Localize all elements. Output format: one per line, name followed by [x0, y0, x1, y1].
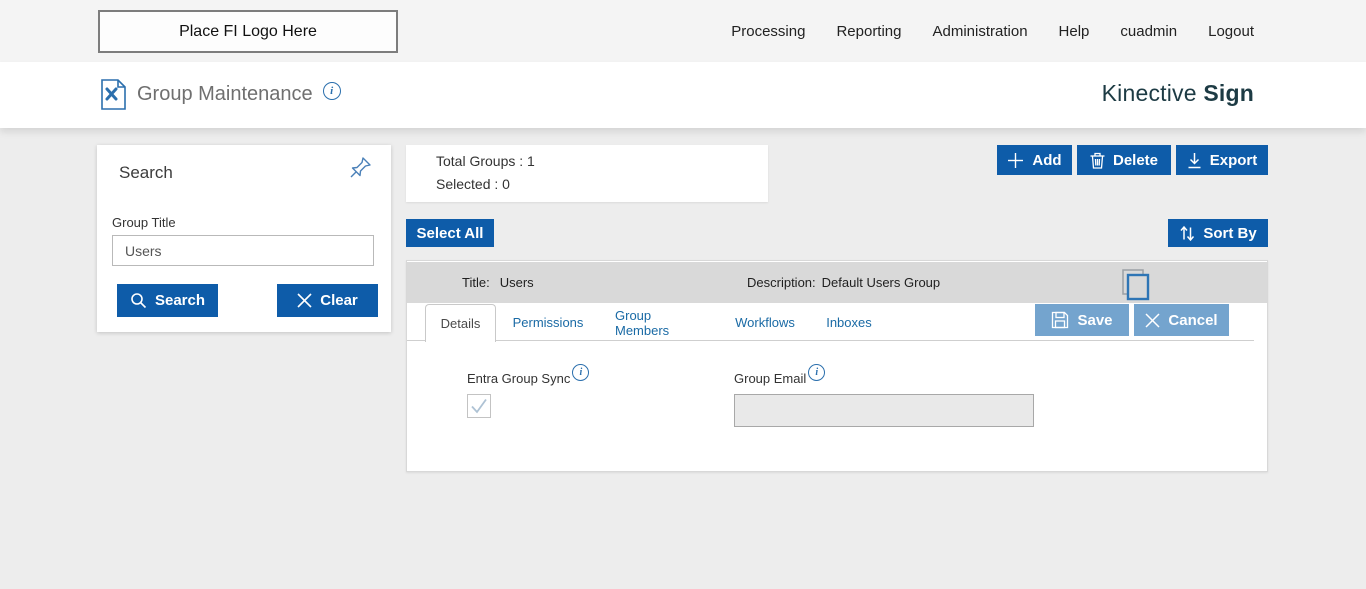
selected-count: Selected : 0	[436, 176, 510, 192]
copy-group-icon[interactable]	[1119, 267, 1151, 301]
entra-group-sync-info-icon[interactable]: i	[572, 364, 590, 381]
export-button[interactable]: Export	[1176, 145, 1268, 175]
delete-button[interactable]: Delete	[1077, 145, 1171, 175]
tab-details[interactable]: Details	[425, 304, 496, 342]
nav-reporting[interactable]: Reporting	[836, 23, 901, 40]
group-row[interactable]: Title: Users Description: Default Users …	[407, 262, 1267, 303]
tab-group-members[interactable]: Group Members	[615, 304, 703, 341]
entra-group-sync-label: Entra Group Sync i	[467, 364, 590, 388]
search-panel-title: Search	[119, 163, 173, 182]
search-icon	[130, 292, 147, 309]
group-email-input[interactable]	[734, 394, 1034, 427]
page-info-icon[interactable]: i	[322, 81, 341, 100]
clear-button[interactable]: Clear	[277, 284, 378, 317]
entra-group-sync-checkbox[interactable]	[467, 394, 491, 418]
check-icon	[470, 398, 488, 414]
group-description-value: Default Users Group	[821, 275, 941, 290]
nav-logout[interactable]: Logout	[1208, 23, 1254, 40]
close-icon	[297, 293, 312, 308]
group-description-field-label: Description:	[747, 275, 816, 290]
fi-logo-placeholder: Place FI Logo Here	[98, 10, 398, 53]
tab-permissions[interactable]: Permissions	[513, 304, 584, 341]
group-title-input[interactable]	[112, 235, 374, 266]
nav-administration[interactable]: Administration	[933, 23, 1028, 40]
brand-product: Sign	[1203, 80, 1254, 106]
group-detail-panel: Title: Users Description: Default Users …	[406, 260, 1268, 472]
brand-name: Kinective	[1101, 80, 1197, 106]
total-groups-count: Total Groups : 1	[436, 153, 535, 169]
groups-summary: Total Groups : 1 Selected : 0	[406, 145, 768, 202]
group-title-label: Group Title	[112, 215, 176, 230]
add-button[interactable]: Add	[997, 145, 1072, 175]
sort-by-button[interactable]: Sort By	[1168, 219, 1268, 247]
fi-logo-text: Place FI Logo Here	[179, 22, 317, 40]
tab-workflows[interactable]: Workflows	[735, 304, 795, 341]
nav-user-cuadmin[interactable]: cuadmin	[1120, 23, 1177, 40]
group-title-value: Users	[499, 275, 534, 290]
trash-icon	[1090, 152, 1105, 169]
sort-arrows-icon	[1179, 225, 1195, 242]
search-panel: Search Group Title Search Clear	[97, 145, 391, 332]
nav-processing[interactable]: Processing	[731, 23, 805, 40]
cancel-button[interactable]: Cancel	[1134, 304, 1229, 336]
page: Place FI Logo Here Processing Reporting …	[0, 0, 1366, 589]
group-title-field-label: Title:	[462, 275, 490, 290]
top-navigation: Processing Reporting Administration Help…	[731, 0, 1366, 62]
search-button[interactable]: Search	[117, 284, 218, 317]
download-icon	[1187, 152, 1202, 169]
top-bar: Place FI Logo Here Processing Reporting …	[0, 0, 1366, 62]
save-button[interactable]: Save	[1035, 304, 1129, 336]
group-email-info-icon[interactable]: i	[808, 364, 826, 381]
select-all-button[interactable]: Select All	[406, 219, 494, 247]
close-icon	[1145, 312, 1160, 328]
pin-icon[interactable]	[347, 155, 373, 181]
plus-icon	[1007, 152, 1024, 169]
page-title: Group Maintenance	[137, 83, 313, 105]
brand-logo: Kinective Sign	[1102, 80, 1254, 107]
nav-help[interactable]: Help	[1059, 23, 1090, 40]
page-header: Group Maintenance i Kinective Sign	[0, 62, 1366, 128]
group-maintenance-page-icon	[100, 78, 127, 111]
tab-inboxes[interactable]: Inboxes	[826, 304, 872, 341]
save-disk-icon	[1051, 311, 1069, 329]
group-email-label: Group Email i	[734, 364, 826, 388]
